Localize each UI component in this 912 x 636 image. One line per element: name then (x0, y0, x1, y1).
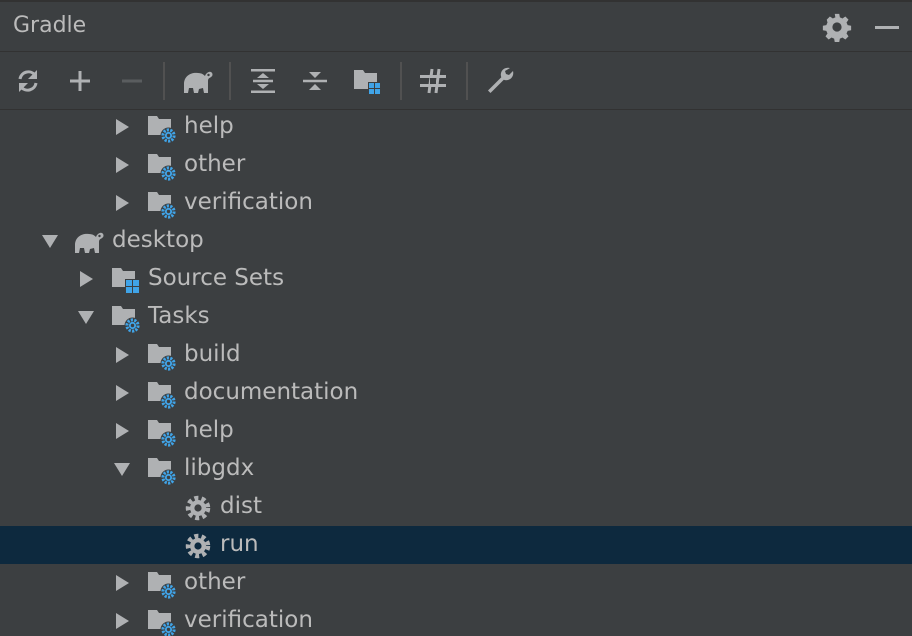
toolbar-separator (229, 62, 231, 100)
tree-node-label: Source Sets (148, 265, 285, 291)
tree-node-verification[interactable]: verification (0, 602, 912, 636)
add-icon[interactable] (60, 61, 100, 101)
wrench-icon[interactable] (480, 61, 520, 101)
tree-node-label: other (184, 569, 246, 595)
task-folder-icon (148, 154, 177, 182)
task-gear-icon (185, 533, 211, 559)
tree-node-source-sets[interactable]: Source Sets (0, 260, 912, 298)
task-folder-icon (148, 192, 177, 220)
tree-node-label: run (220, 531, 259, 557)
tree-node-label: help (184, 417, 234, 443)
gradle-elephant-icon[interactable] (178, 61, 218, 101)
toggle-offline-icon[interactable] (413, 61, 453, 101)
collapsed-arrow-icon[interactable] (110, 564, 134, 602)
gradle-toolbar (0, 52, 912, 110)
collapsed-arrow-icon[interactable] (110, 374, 134, 412)
tree-node-label: documentation (184, 379, 359, 405)
toolbar-separator (163, 62, 165, 100)
tree-node-run[interactable]: run (0, 526, 912, 564)
tree-node-label: other (184, 151, 246, 177)
header-actions (812, 2, 912, 52)
source-sets-folder-icon (112, 268, 140, 294)
tree-node-label: verification (184, 189, 313, 215)
gradle-tree: help other verification desktop Source S… (0, 110, 912, 636)
tree-node-label: desktop (112, 227, 204, 253)
refresh-icon[interactable] (8, 61, 48, 101)
gradle-project-icon (75, 232, 104, 253)
tree-node-label: verification (184, 607, 313, 633)
task-folder-icon (112, 306, 141, 334)
collapsed-arrow-icon[interactable] (110, 146, 134, 184)
task-gear-icon (185, 495, 211, 521)
tree-node-desktop[interactable]: desktop (0, 222, 912, 260)
tree-node-other[interactable]: other (0, 146, 912, 184)
tree-node-build[interactable]: build (0, 336, 912, 374)
collapsed-arrow-icon[interactable] (110, 412, 134, 450)
task-folder-icon (148, 458, 177, 486)
tree-node-help[interactable]: help (0, 412, 912, 450)
tool-window-title: Gradle (13, 13, 87, 38)
tree-node-label: Tasks (148, 303, 210, 329)
collapsed-arrow-icon[interactable] (74, 260, 98, 298)
tree-node-documentation[interactable]: documentation (0, 374, 912, 412)
tree-node-verification[interactable]: verification (0, 184, 912, 222)
collapsed-arrow-icon[interactable] (110, 336, 134, 374)
gradle-tool-window: Gradle help other verification desktop S… (0, 0, 912, 636)
expanded-arrow-icon[interactable] (74, 298, 98, 336)
tree-node-label: dist (220, 493, 262, 519)
expanded-arrow-icon[interactable] (110, 450, 134, 488)
minimize-icon[interactable] (862, 2, 912, 52)
collapsed-arrow-icon[interactable] (110, 110, 134, 146)
task-folder-icon (148, 610, 177, 636)
tree-node-libgdx[interactable]: libgdx (0, 450, 912, 488)
settings-gear-icon[interactable] (812, 2, 862, 52)
tree-node-dist[interactable]: dist (0, 488, 912, 526)
task-folder-icon (148, 344, 177, 372)
source-sets-folder-icon[interactable] (347, 61, 387, 101)
toolbar-separator (466, 62, 468, 100)
toolbar-separator (400, 62, 402, 100)
tree-node-help[interactable]: help (0, 110, 912, 146)
task-folder-icon (148, 572, 177, 600)
task-folder-icon (148, 382, 177, 410)
task-folder-icon (148, 116, 177, 144)
collapsed-arrow-icon[interactable] (110, 602, 134, 636)
tree-node-label: build (184, 341, 241, 367)
remove-icon[interactable] (112, 61, 152, 101)
expanded-arrow-icon[interactable] (38, 222, 62, 260)
tree-node-other[interactable]: other (0, 564, 912, 602)
tree-node-tasks[interactable]: Tasks (0, 298, 912, 336)
tree-node-label: help (184, 113, 234, 139)
tree-node-label: libgdx (184, 455, 255, 481)
tool-window-header: Gradle (0, 0, 912, 52)
expand-all-icon[interactable] (243, 61, 283, 101)
task-folder-icon (148, 420, 177, 448)
collapsed-arrow-icon[interactable] (110, 184, 134, 222)
collapse-all-icon[interactable] (295, 61, 335, 101)
